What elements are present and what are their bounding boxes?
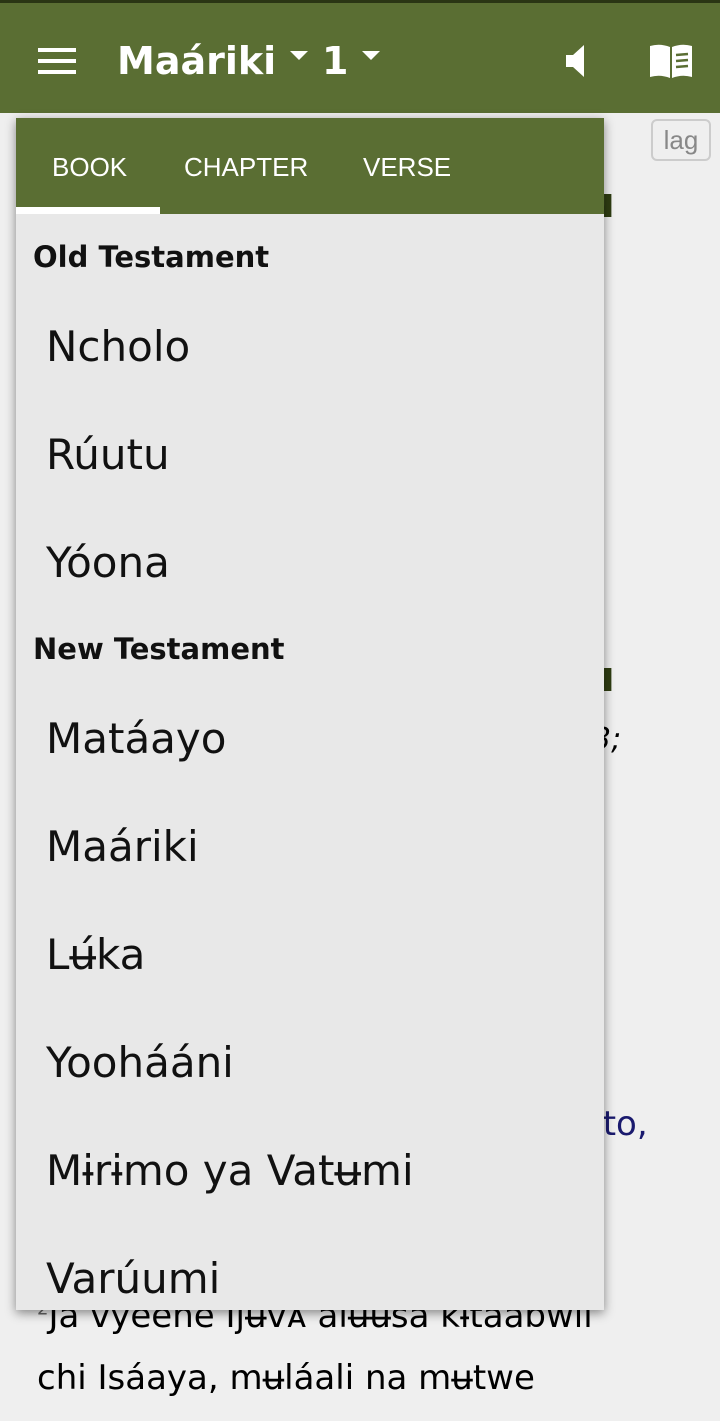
chevron-down-icon	[290, 50, 309, 60]
book-item[interactable]: Lʉ́ka	[46, 930, 145, 979]
book-selector[interactable]: Maáriki	[117, 39, 309, 83]
chapter-number: 1	[322, 39, 349, 83]
hamburger-menu-icon[interactable]	[38, 48, 76, 74]
book-item[interactable]: Rúutu	[46, 430, 170, 479]
section-old-testament: Old Testament	[33, 240, 270, 274]
app-bar: Maáriki 1	[0, 3, 720, 113]
book-item[interactable]: Maáriki	[46, 822, 199, 871]
chevron-down-icon	[362, 50, 381, 60]
section-new-testament: New Testament	[33, 632, 285, 666]
book-item[interactable]: Matáayo	[46, 714, 226, 763]
book-name: Maáriki	[117, 39, 277, 83]
picker-tabs: BOOK CHAPTER VERSE	[16, 118, 604, 214]
book-item[interactable]: Mɨrɨmo ya Vatʉmi	[46, 1146, 414, 1195]
speaker-icon[interactable]	[566, 45, 586, 77]
book-open-icon[interactable]	[648, 43, 694, 79]
book-item[interactable]: Yóona	[46, 538, 170, 587]
chapter-selector[interactable]: 1	[322, 39, 381, 83]
verse-line: chi Isáaya, mʉláali na mʉtwe	[37, 1358, 535, 1398]
active-tab-indicator	[16, 207, 160, 214]
book-item[interactable]: Yoohááni	[46, 1038, 234, 1087]
book-chapter-verse-picker: BOOK CHAPTER VERSE Old Testament Ncholo …	[16, 118, 604, 1310]
tab-verse[interactable]: VERSE	[363, 152, 451, 183]
book-item[interactable]: Varúumi	[46, 1254, 220, 1303]
language-tag-button[interactable]: lag	[651, 119, 711, 161]
book-item[interactable]: Ncholo	[46, 322, 190, 371]
tab-book[interactable]: BOOK	[52, 152, 127, 183]
tab-chapter[interactable]: CHAPTER	[184, 152, 308, 183]
